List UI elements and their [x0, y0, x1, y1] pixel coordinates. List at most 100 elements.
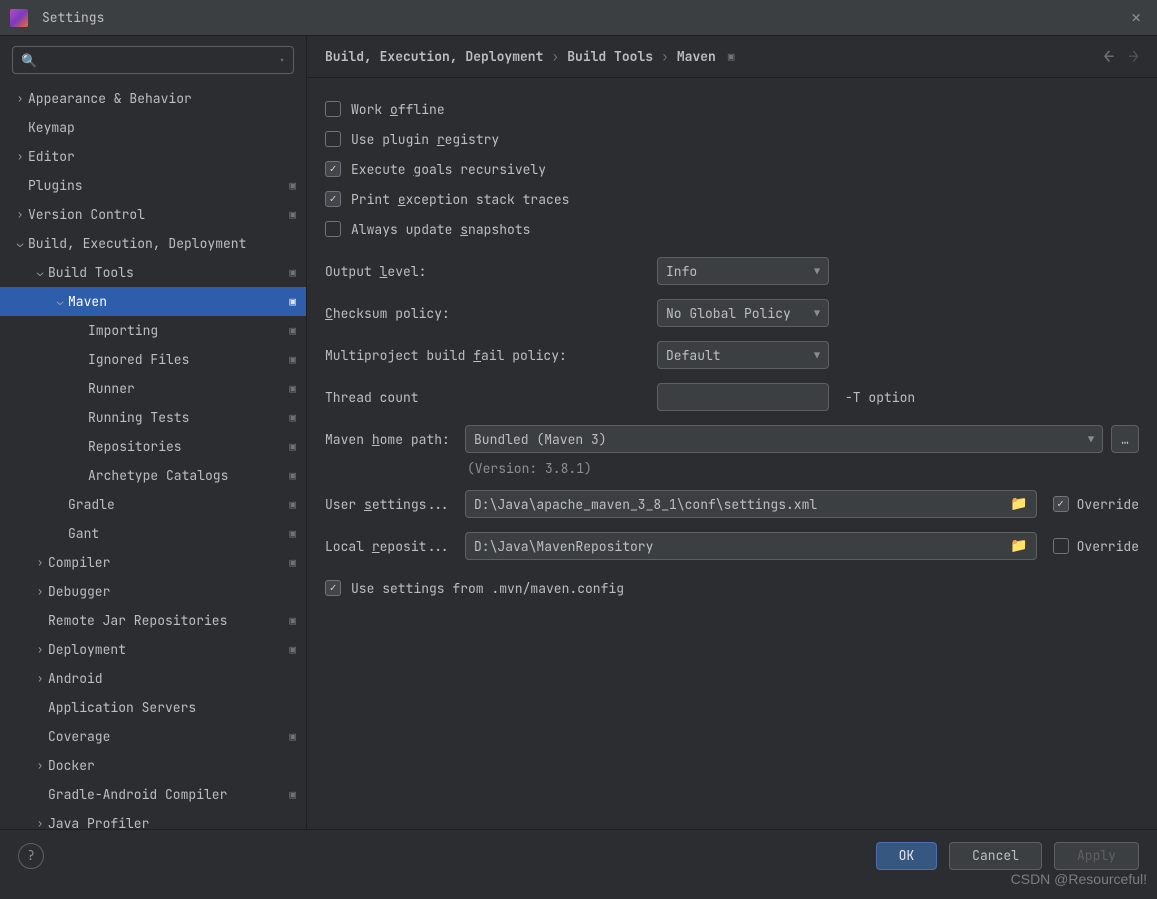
project-scope-icon: ▣ [289, 730, 296, 744]
chevron-right-icon[interactable]: › [12, 208, 28, 222]
tree-item-label: Appearance & Behavior [28, 90, 296, 107]
search-box[interactable]: 🔍 ▾ [12, 46, 294, 74]
tree-item-label: Docker [48, 757, 296, 774]
tree-item[interactable]: ›Java Profiler [0, 809, 306, 829]
local-repo-input[interactable]: 📁 [465, 532, 1037, 560]
chevron-right-icon[interactable]: › [32, 585, 48, 599]
app-icon [10, 9, 28, 27]
form-area: Work offline Use plugin registry Execute… [307, 78, 1157, 619]
tree-item[interactable]: Archetype Catalogs▣ [0, 461, 306, 490]
work-offline-label: Work offline [351, 101, 445, 118]
tree-item[interactable]: Running Tests▣ [0, 403, 306, 432]
tree-item[interactable]: ›Compiler▣ [0, 548, 306, 577]
chevron-right-icon[interactable]: › [32, 643, 48, 657]
apply-button[interactable]: Apply [1054, 842, 1139, 870]
project-scope-icon: ▣ [728, 50, 735, 64]
checksum-policy-label: Checksum policy: [325, 305, 657, 322]
tree-item[interactable]: ›Android [0, 664, 306, 693]
tree-item[interactable]: ⌄Build, Execution, Deployment [0, 229, 306, 258]
chevron-right-icon[interactable]: › [32, 672, 48, 686]
tree-item-label: Build Tools [48, 264, 289, 281]
tree-item-label: Compiler [48, 554, 289, 571]
use-plugin-registry-label: Use plugin registry [351, 131, 499, 148]
use-plugin-registry-checkbox[interactable] [325, 131, 341, 147]
output-level-dropdown[interactable]: Info▼ [657, 257, 829, 285]
search-icon: 🔍 [21, 52, 37, 69]
close-icon[interactable]: ✕ [1125, 5, 1147, 30]
tree-item[interactable]: ⌄Maven▣ [0, 287, 306, 316]
chevron-down-icon[interactable]: ⌄ [12, 237, 28, 251]
maven-home-browse-button[interactable]: … [1111, 425, 1139, 453]
chevron-down-icon: ▼ [814, 265, 820, 278]
print-exception-checkbox[interactable] [325, 191, 341, 207]
settings-tree[interactable]: ›Appearance & BehaviorKeymap›EditorPlugi… [0, 84, 306, 829]
tree-item[interactable]: ›Docker [0, 751, 306, 780]
use-mvn-config-checkbox[interactable] [325, 580, 341, 596]
chevron-down-icon[interactable]: ⌄ [52, 295, 68, 309]
tree-item-label: Archetype Catalogs [88, 467, 289, 484]
work-offline-checkbox[interactable] [325, 101, 341, 117]
local-repo-override-label: Override [1077, 538, 1139, 555]
tree-item-label: Gradle-Android Compiler [48, 786, 289, 803]
tree-item[interactable]: Plugins▣ [0, 171, 306, 200]
help-button[interactable]: ? [18, 843, 44, 869]
breadcrumb-item[interactable]: Maven [677, 48, 716, 65]
cancel-button[interactable]: Cancel [949, 842, 1042, 870]
folder-icon[interactable]: 📁 [1010, 537, 1027, 555]
chevron-right-icon[interactable]: › [32, 817, 48, 830]
search-input[interactable] [41, 52, 279, 69]
tree-item[interactable]: Gradle▣ [0, 490, 306, 519]
execute-goals-label: Execute goals recursively [351, 161, 546, 178]
tree-item-label: Importing [88, 322, 289, 339]
tree-item[interactable]: Coverage▣ [0, 722, 306, 751]
tree-item[interactable]: Remote Jar Repositories▣ [0, 606, 306, 635]
tree-item-label: Gant [68, 525, 289, 542]
chevron-down-icon[interactable]: ⌄ [32, 266, 48, 280]
tree-item[interactable]: Ignored Files▣ [0, 345, 306, 374]
tree-item[interactable]: ⌄Build Tools▣ [0, 258, 306, 287]
chevron-down-icon: ▼ [814, 349, 820, 362]
tree-item-label: Coverage [48, 728, 289, 745]
always-update-snapshots-checkbox[interactable] [325, 221, 341, 237]
window-title: Settings [42, 9, 104, 26]
folder-icon[interactable]: 📁 [1010, 495, 1027, 513]
nav-back-button[interactable]: ← [1103, 45, 1114, 68]
tree-item[interactable]: ›Deployment▣ [0, 635, 306, 664]
user-settings-override-checkbox[interactable] [1053, 496, 1069, 512]
tree-item[interactable]: ›Editor [0, 142, 306, 171]
chevron-right-icon[interactable]: › [12, 150, 28, 164]
project-scope-icon: ▣ [289, 179, 296, 193]
user-settings-input[interactable]: 📁 [465, 490, 1037, 518]
breadcrumb-item[interactable]: Build, Execution, Deployment [325, 48, 543, 65]
nav-forward-button[interactable]: → [1128, 45, 1139, 68]
execute-goals-checkbox[interactable] [325, 161, 341, 177]
project-scope-icon: ▣ [289, 382, 296, 396]
multiproject-fail-dropdown[interactable]: Default▼ [657, 341, 829, 369]
tree-item-label: Plugins [28, 177, 289, 194]
chevron-right-icon[interactable]: › [32, 759, 48, 773]
sidebar: 🔍 ▾ ›Appearance & BehaviorKeymap›EditorP… [0, 36, 307, 829]
thread-count-input[interactable] [657, 383, 829, 411]
tree-item[interactable]: ›Debugger [0, 577, 306, 606]
chevron-right-icon[interactable]: › [12, 92, 28, 106]
tree-item[interactable]: Gant▣ [0, 519, 306, 548]
chevron-right-icon[interactable]: › [32, 556, 48, 570]
local-repo-override-checkbox[interactable] [1053, 538, 1069, 554]
tree-item-label: Java Profiler [48, 815, 296, 829]
project-scope-icon: ▣ [289, 324, 296, 338]
ok-button[interactable]: OK [876, 842, 938, 870]
tree-item[interactable]: Keymap [0, 113, 306, 142]
tree-item-label: Android [48, 670, 296, 687]
checksum-policy-dropdown[interactable]: No Global Policy▼ [657, 299, 829, 327]
tree-item[interactable]: Importing▣ [0, 316, 306, 345]
dropdown-caret-icon[interactable]: ▾ [279, 54, 285, 67]
tree-item[interactable]: Repositories▣ [0, 432, 306, 461]
tree-item[interactable]: Application Servers [0, 693, 306, 722]
tree-item[interactable]: ›Appearance & Behavior [0, 84, 306, 113]
tree-item[interactable]: Runner▣ [0, 374, 306, 403]
tree-item[interactable]: ›Version Control▣ [0, 200, 306, 229]
breadcrumb-item[interactable]: Build Tools [567, 48, 653, 65]
tree-item[interactable]: Gradle-Android Compiler▣ [0, 780, 306, 809]
project-scope-icon: ▣ [289, 266, 296, 280]
maven-home-dropdown[interactable]: Bundled (Maven 3)▼ [465, 425, 1103, 453]
